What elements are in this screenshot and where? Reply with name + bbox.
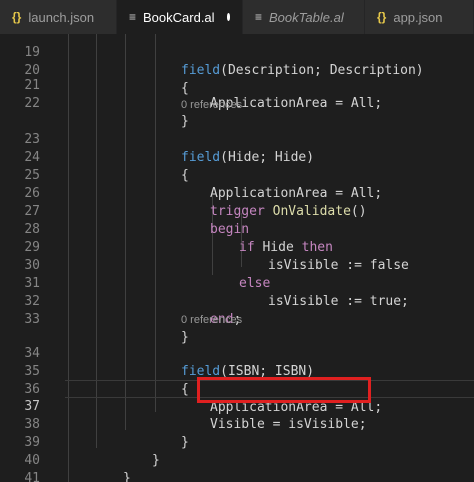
code-line: 30 else [0, 239, 474, 291]
code-editor[interactable]: 19 field(Description; Description) 20 { … [0, 34, 474, 482]
tab-booktable-al[interactable]: ≡ BookTable.al [243, 0, 365, 34]
code-line: 22 } [0, 77, 474, 129]
code-line: 35 { [0, 345, 474, 397]
al-file-icon: ≡ [129, 10, 137, 24]
code-line: 23 field(Hide; Hide) [0, 113, 474, 165]
codelens-references[interactable]: 0 references [181, 96, 242, 114]
code-line: 28 if Hide then [0, 203, 474, 255]
tab-launch-json[interactable]: {} launch.json [0, 0, 117, 34]
code-line: 21 ApplicationArea = All; [0, 59, 474, 111]
tab-label: BookCard.al [143, 9, 215, 25]
tab-bookcard-al[interactable]: ≡ BookCard.al [117, 0, 243, 34]
tab-label: BookTable.al [269, 9, 344, 25]
code-line: 33 } [0, 293, 474, 345]
code-line: 31 isVisible := true; [0, 257, 474, 309]
line-number: 22 [24, 96, 40, 111]
tab-app-json[interactable]: {} app.json [365, 0, 474, 34]
code-line: 41 } [0, 452, 474, 482]
code-line: 32 end; [0, 275, 474, 327]
code-line: 29 isVisible := false [0, 221, 474, 273]
code-line: 25 ApplicationArea = All; [0, 149, 474, 201]
code-line: 39 } [0, 416, 474, 468]
al-file-icon: ≡ [255, 10, 263, 24]
editor-tab-bar: {} launch.json ≡ BookCard.al ≡ BookTable… [0, 0, 474, 34]
tab-label: app.json [393, 9, 443, 25]
unsaved-changes-dot-icon[interactable] [226, 13, 230, 21]
code-line: 40 } [0, 434, 474, 482]
red-highlight-box [197, 377, 371, 403]
json-file-icon: {} [12, 10, 22, 24]
code-line: 26 trigger OnValidate() [0, 167, 474, 219]
code-line: 19 field(Description; Description) [0, 34, 474, 78]
json-file-icon: {} [377, 10, 387, 24]
tab-label: launch.json [28, 9, 95, 25]
code-text: } [123, 471, 131, 482]
code-line: 27 begin [0, 185, 474, 237]
code-line: 34 field(ISBN; ISBN) [0, 327, 474, 379]
code-line: 24 { [0, 131, 474, 183]
line-number: 41 [24, 471, 40, 482]
